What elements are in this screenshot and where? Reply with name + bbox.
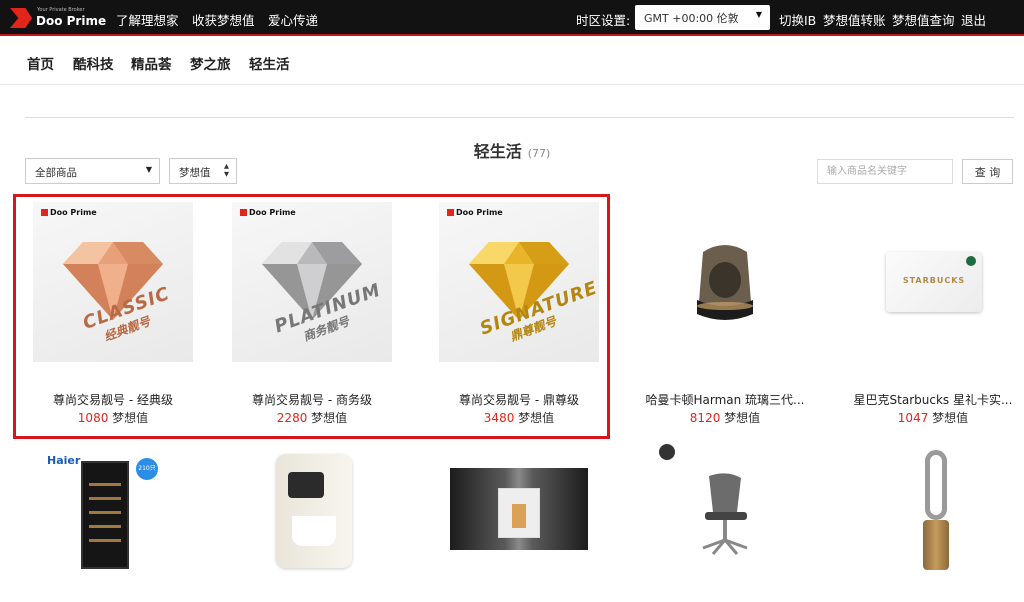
price-value: 1047 bbox=[897, 411, 929, 425]
doo-prime-logo-icon bbox=[10, 8, 32, 28]
timezone-value: GMT +00:00 伦敦 bbox=[644, 12, 739, 25]
water-dispenser-icon bbox=[276, 454, 352, 568]
category-select[interactable]: 全部商品 ▼ bbox=[25, 158, 160, 184]
price-value: 3480 bbox=[483, 411, 515, 425]
product-card-dyson-purifier[interactable] bbox=[835, 450, 1024, 602]
nav-logout[interactable]: 退出 bbox=[961, 10, 986, 29]
cat-lifestyle[interactable]: 轻生活 bbox=[249, 53, 290, 73]
product-image bbox=[645, 202, 805, 362]
cat-home[interactable]: 首页 bbox=[27, 53, 54, 73]
product-card-starbucks[interactable]: STARBUCKS 星巴克Starbucks 星礼卡实... 1047 梦想值 bbox=[835, 202, 1024, 442]
product-name[interactable]: 尊尚交易靓号 - 经典级 bbox=[15, 391, 211, 408]
price-value: 1080 bbox=[77, 411, 109, 425]
price-value: 8120 bbox=[689, 411, 721, 425]
wine-cooler-icon bbox=[81, 461, 129, 569]
timezone-select[interactable]: GMT +00:00 伦敦 ▼ bbox=[635, 5, 770, 30]
product-card-art-light[interactable] bbox=[421, 450, 617, 602]
product-price: 1047 梦想值 bbox=[835, 409, 1024, 426]
item-count: (77) bbox=[527, 147, 551, 160]
cat-boutique[interactable]: 精品荟 bbox=[131, 53, 172, 73]
product-price: 1080 梦想值 bbox=[15, 409, 211, 426]
gift-card-icon: STARBUCKS bbox=[886, 252, 982, 312]
card-brand-text: STARBUCKS bbox=[902, 276, 966, 285]
office-chair-icon bbox=[702, 473, 748, 555]
product-image: Doo Prime PLATINUM 商务靓号 bbox=[232, 202, 392, 362]
price-unit: 梦想值 bbox=[112, 411, 149, 425]
product-name[interactable]: 哈曼卡顿Harman 琉璃三代... bbox=[627, 391, 823, 408]
price-unit: 梦想值 bbox=[724, 411, 761, 425]
nav-points-query[interactable]: 梦想值查询 bbox=[892, 10, 955, 29]
product-card-office-chair[interactable] bbox=[627, 444, 823, 602]
nav-about[interactable]: 了解理想家 bbox=[116, 10, 179, 29]
product-card-harman[interactable]: 哈曼卡顿Harman 琉璃三代... 8120 梦想值 bbox=[627, 202, 823, 442]
starbucks-logo-icon bbox=[966, 256, 976, 266]
page-title-text: 轻生活 bbox=[473, 142, 522, 161]
product-card-classic[interactable]: Doo Prime CLASSIC 经典靓号 尊尚交易靓号 - 经典级 1080… bbox=[15, 202, 211, 442]
cat-tech[interactable]: 酷科技 bbox=[73, 53, 114, 73]
category-select-value: 全部商品 bbox=[35, 167, 77, 179]
caret-down-icon: ▼ bbox=[145, 165, 152, 174]
price-unit: 梦想值 bbox=[518, 411, 555, 425]
product-name[interactable]: 尊尚交易靓号 - 商务级 bbox=[214, 391, 410, 408]
search-input[interactable] bbox=[817, 159, 953, 184]
logo-tagline: Your Private Broker bbox=[37, 7, 85, 13]
product-card-signature[interactable]: Doo Prime SIGNATURE 鼎尊靓号 尊尚交易靓号 - 鼎尊级 34… bbox=[421, 202, 617, 442]
product-image: STARBUCKS bbox=[853, 202, 1013, 362]
cat-travel[interactable]: 梦之旅 bbox=[190, 53, 231, 73]
price-unit: 梦想值 bbox=[311, 411, 348, 425]
product-name[interactable]: 尊尚交易靓号 - 鼎尊级 bbox=[421, 391, 617, 408]
price-value: 2280 bbox=[276, 411, 308, 425]
product-image: Doo Prime CLASSIC 经典靓号 bbox=[33, 202, 193, 362]
nav-switch-ib[interactable]: 切换IB bbox=[779, 10, 816, 29]
search-button[interactable]: 查 询 bbox=[962, 159, 1013, 184]
nav-charity[interactable]: 爱心传递 bbox=[268, 10, 318, 29]
nav-earn-points[interactable]: 收获梦想值 bbox=[192, 10, 255, 29]
product-name[interactable]: 星巴克Starbucks 星礼卡实... bbox=[835, 391, 1024, 408]
product-card-platinum[interactable]: Doo Prime PLATINUM 商务靓号 尊尚交易靓号 - 商务级 228… bbox=[214, 202, 410, 442]
sort-select-value: 梦想值 bbox=[179, 167, 211, 179]
speaker-icon bbox=[697, 245, 753, 320]
doo-prime-logo[interactable]: Your Private Broker Doo Prime bbox=[10, 6, 106, 30]
nav-points-transfer[interactable]: 梦想值转账 bbox=[823, 10, 886, 29]
product-image: Doo Prime SIGNATURE 鼎尊靓号 bbox=[439, 202, 599, 362]
art-light-icon bbox=[450, 468, 588, 550]
product-price: 8120 梦想值 bbox=[627, 409, 823, 426]
price-unit: 梦想值 bbox=[932, 411, 969, 425]
product-price: 3480 梦想值 bbox=[421, 409, 617, 426]
product-card-haier-wine-cooler[interactable]: Haier 210只 bbox=[15, 450, 211, 602]
sort-select[interactable]: 梦想值 ▲ ▼ bbox=[169, 158, 237, 184]
logo-name: Doo Prime bbox=[36, 14, 107, 28]
timezone-label: 时区设置: bbox=[576, 13, 631, 28]
divider bbox=[25, 117, 1014, 118]
air-purifier-icon bbox=[923, 450, 949, 570]
product-price: 2280 梦想值 bbox=[214, 409, 410, 426]
category-nav: 首页 酷科技 精品荟 梦之旅 轻生活 bbox=[0, 38, 1024, 85]
sort-arrows-icon: ▲ ▼ bbox=[224, 162, 229, 178]
caret-down-icon: ▼ bbox=[755, 10, 762, 19]
product-card-water-dispenser[interactable] bbox=[214, 450, 410, 602]
haier-logo: Haier bbox=[47, 454, 81, 467]
capacity-badge: 210只 bbox=[136, 458, 158, 480]
top-bar: Your Private Broker Doo Prime 了解理想家 收获梦想… bbox=[0, 0, 1024, 36]
